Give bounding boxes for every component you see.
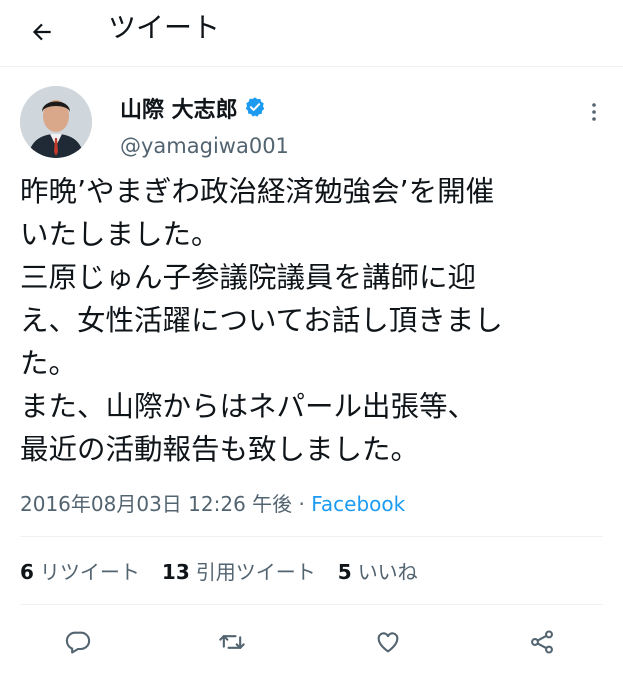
tweet-line: 昨晩’やまぎわ政治経済勉強会’を開催	[20, 175, 495, 208]
retweet-icon[interactable]	[216, 626, 248, 658]
quotes-count: 13	[161, 560, 190, 584]
action-bar	[0, 612, 623, 672]
share-icon[interactable]	[526, 626, 558, 658]
meta-divider	[20, 536, 603, 537]
tweet-text: 昨晩’やまぎわ政治経済勉強会’を開催 いたしました。 三原じゅん子参議院議員を講…	[20, 170, 615, 471]
author-handle[interactable]: @yamagiwa001	[120, 132, 289, 160]
reply-icon[interactable]	[62, 626, 94, 658]
retweets-count: 6	[20, 560, 34, 584]
source-link[interactable]: Facebook	[311, 492, 405, 516]
verified-badge-icon	[244, 96, 266, 126]
tweet-meta: 2016年08月03日 12:26 午後 · Facebook	[20, 490, 405, 518]
tweet-line: え、女性活躍についてお話し頂きまし	[20, 304, 503, 337]
quotes-stat[interactable]: 13 引用ツイート	[162, 558, 316, 586]
author-name-text: 山際 大志郎	[120, 98, 238, 123]
likes-label: いいね	[357, 560, 418, 584]
header-divider	[0, 66, 623, 67]
stats-divider	[20, 604, 603, 605]
author-name[interactable]: 山際 大志郎	[120, 96, 266, 126]
tweet-line: 最近の活動報告も致しました。	[20, 433, 420, 466]
more-options-icon[interactable]	[582, 100, 606, 124]
avatar[interactable]	[20, 86, 92, 158]
retweets-label: リツイート	[39, 560, 140, 584]
tweet-line: た。	[20, 347, 78, 380]
like-icon[interactable]	[372, 626, 404, 658]
quotes-label: 引用ツイート	[195, 560, 316, 584]
likes-count: 5	[337, 560, 352, 584]
engagement-stats: 6 リツイート 13 引用ツイート 5 いいね	[20, 558, 418, 586]
likes-stat[interactable]: 5 いいね	[338, 558, 418, 586]
timestamp[interactable]: 2016年08月03日 12:26 午後	[20, 492, 292, 516]
tweet-line: また、山際からはネパール出張等、	[20, 390, 477, 423]
top-bar: ツイート	[0, 0, 623, 66]
tweet-line: 三原じゅん子参議院議員を講師に迎	[20, 261, 477, 294]
page-title: ツイート	[108, 11, 221, 44]
back-arrow-icon[interactable]	[20, 10, 64, 54]
retweets-stat[interactable]: 6 リツイート	[20, 558, 140, 586]
meta-separator: ·	[292, 492, 312, 516]
tweet-line: いたしました。	[20, 218, 220, 251]
